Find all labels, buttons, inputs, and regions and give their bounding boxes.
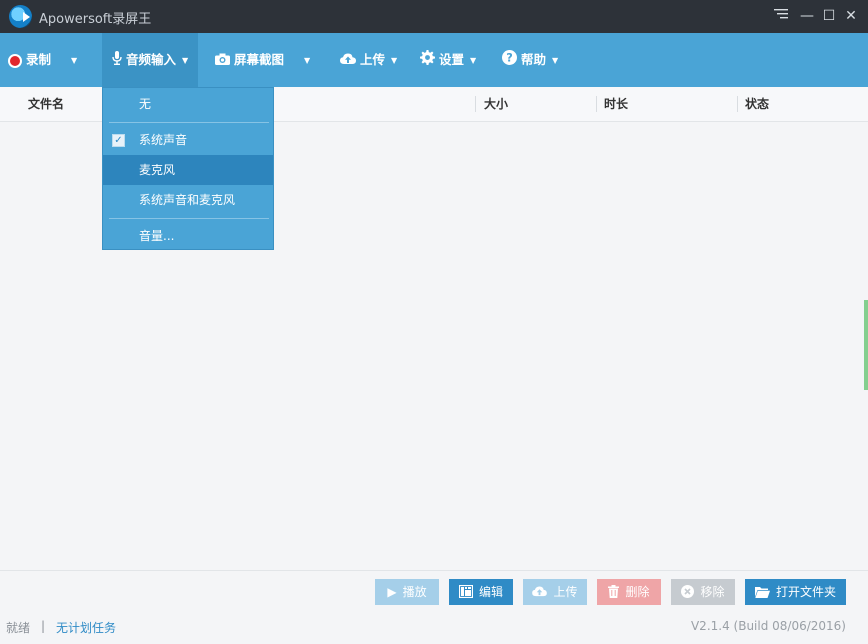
column-divider bbox=[737, 96, 738, 112]
menu-separator bbox=[109, 122, 269, 123]
menu-item-label: 音量... bbox=[139, 229, 174, 243]
chevron-down-icon: ▼ bbox=[71, 56, 77, 65]
column-header-name[interactable]: 文件名 bbox=[28, 87, 64, 121]
record-icon bbox=[8, 54, 22, 68]
title-bar: Apowersoft录屏王 — ☐ ✕ bbox=[0, 0, 868, 33]
chevron-down-icon: ▼ bbox=[470, 56, 476, 65]
maximize-button[interactable]: ☐ bbox=[818, 5, 840, 27]
app-logo-icon bbox=[9, 5, 32, 28]
column-divider bbox=[475, 96, 476, 112]
scrollbar-accent bbox=[864, 300, 868, 390]
audio-input-label: 音频输入 bbox=[126, 52, 176, 67]
delete-button[interactable]: 删除 bbox=[597, 579, 661, 605]
play-button[interactable]: ▶ 播放 bbox=[375, 579, 439, 605]
camera-icon bbox=[215, 34, 230, 88]
gear-icon bbox=[420, 34, 435, 88]
close-button[interactable]: ✕ bbox=[840, 5, 862, 27]
upload-label: 上传 bbox=[553, 585, 577, 599]
menu-item-label: 麦克风 bbox=[139, 163, 175, 177]
edit-label: 编辑 bbox=[479, 585, 503, 599]
checkbox-checked-icon: ✓ bbox=[112, 134, 125, 147]
edit-button[interactable]: 编辑 bbox=[449, 579, 513, 605]
chevron-down-icon: ▼ bbox=[552, 56, 558, 65]
menu-item-system-sound[interactable]: ✓ 系统声音 bbox=[103, 125, 273, 155]
play-label: 播放 bbox=[403, 585, 427, 599]
cloud-upload-icon bbox=[532, 579, 547, 605]
menu-item-system-and-microphone[interactable]: 系统声音和麦克风 bbox=[103, 185, 273, 215]
remove-button[interactable]: 移除 bbox=[671, 579, 735, 605]
menu-item-label: 系统声音和麦克风 bbox=[139, 193, 235, 207]
microphone-icon bbox=[112, 34, 122, 88]
svg-text:?: ? bbox=[506, 51, 513, 64]
open-folder-button[interactable]: 打开文件夹 bbox=[745, 579, 846, 605]
chevron-down-icon: ▼ bbox=[182, 56, 188, 65]
screenshot-label: 屏幕截图 bbox=[234, 52, 284, 67]
cloud-upload-icon bbox=[340, 34, 356, 88]
record-menu-button[interactable]: 录制 ▼ bbox=[8, 33, 77, 87]
delete-label: 删除 bbox=[625, 585, 649, 599]
help-menu-button[interactable]: ? 帮助 ▼ bbox=[502, 33, 558, 87]
column-header-size[interactable]: 大小 bbox=[484, 87, 508, 121]
menu-item-label: 系统声音 bbox=[139, 133, 187, 147]
open-folder-label: 打开文件夹 bbox=[776, 585, 836, 599]
record-label: 录制 bbox=[26, 52, 51, 67]
chevron-down-icon: ▼ bbox=[304, 56, 310, 65]
help-label: 帮助 bbox=[521, 52, 546, 67]
menu-item-volume[interactable]: 音量... bbox=[103, 221, 273, 251]
list-icon[interactable] bbox=[770, 5, 792, 27]
column-header-duration[interactable]: 时长 bbox=[604, 87, 628, 121]
chevron-down-icon: ▼ bbox=[391, 56, 397, 65]
menu-item-microphone[interactable]: 麦克风 bbox=[103, 155, 273, 185]
edit-icon bbox=[459, 579, 473, 605]
status-separator: | bbox=[41, 619, 45, 633]
audio-input-dropdown: 无 ✓ 系统声音 麦克风 系统声音和麦克风 音量... bbox=[102, 87, 274, 250]
status-text: 就绪 bbox=[6, 619, 30, 636]
main-toolbar: 录制 ▼ 音频输入 ▼ 屏幕截图 ▼ 上传 ▼ 设置 ▼ ? 帮助 ▼ bbox=[0, 33, 868, 87]
upload-button[interactable]: 上传 bbox=[523, 579, 587, 605]
menu-item-label: 无 bbox=[139, 97, 151, 111]
menu-item-none[interactable]: 无 bbox=[103, 89, 273, 119]
audio-input-menu-button[interactable]: 音频输入 ▼ bbox=[102, 33, 198, 87]
upload-label: 上传 bbox=[360, 52, 385, 67]
settings-label: 设置 bbox=[439, 52, 464, 67]
menu-separator bbox=[109, 218, 269, 219]
schedule-task-link[interactable]: 无计划任务 bbox=[56, 619, 116, 636]
minimize-button[interactable]: — bbox=[796, 5, 818, 27]
play-icon: ▶ bbox=[387, 579, 396, 605]
bottom-bar: ▶ 播放 编辑 上传 删除 移除 打开文件夹 就绪 | 无计划任务 V2.1.4 … bbox=[0, 570, 868, 644]
column-header-status[interactable]: 状态 bbox=[745, 87, 769, 121]
screenshot-menu-button[interactable]: 屏幕截图 ▼ bbox=[215, 33, 310, 87]
app-title: Apowersoft录屏王 bbox=[39, 8, 151, 27]
version-label: V2.1.4 (Build 08/06/2016) bbox=[691, 619, 846, 633]
trash-icon bbox=[608, 579, 619, 605]
upload-menu-button[interactable]: 上传 ▼ bbox=[340, 33, 397, 87]
help-icon: ? bbox=[502, 34, 517, 88]
settings-menu-button[interactable]: 设置 ▼ bbox=[420, 33, 476, 87]
remove-label: 移除 bbox=[700, 585, 724, 599]
column-divider bbox=[596, 96, 597, 112]
remove-circle-icon bbox=[681, 579, 694, 605]
folder-icon bbox=[755, 579, 770, 605]
